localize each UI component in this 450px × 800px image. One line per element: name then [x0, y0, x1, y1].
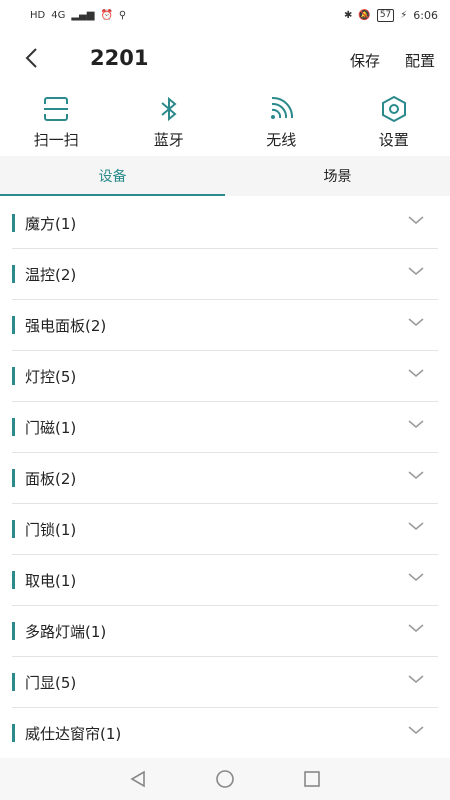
accent-bar	[12, 673, 15, 691]
accent-bar	[12, 316, 15, 334]
network-type: 4G	[51, 9, 66, 21]
device-group-name: 强电面板(2)	[25, 316, 107, 335]
tab-scenes[interactable]: 场景	[225, 156, 450, 196]
bluetooth-status-icon: ✱	[343, 9, 353, 21]
bluetooth-button[interactable]: 蓝牙	[113, 88, 226, 156]
accent-bar	[12, 214, 15, 232]
device-group-row[interactable]: 强电面板(2)	[12, 300, 438, 351]
device-group-row[interactable]: 门显(5)	[12, 657, 438, 708]
device-group-name: 门磁(1)	[25, 418, 77, 437]
nav-home-icon[interactable]	[214, 768, 236, 790]
chevron-down-icon[interactable]	[408, 470, 424, 480]
chevron-down-icon[interactable]	[408, 317, 424, 327]
accent-bar	[12, 265, 15, 283]
bluetooth-icon	[161, 96, 177, 122]
device-group-name: 灯控(5)	[25, 367, 77, 386]
status-bar: HD 4G ▂▄▆ ⏰ ⚲ ✱ 🔕 57 ⚡ 6:06	[0, 0, 450, 30]
accent-bar	[12, 367, 15, 385]
chevron-down-icon[interactable]	[408, 674, 424, 684]
charging-icon: ⚡	[400, 9, 408, 21]
wireless-icon	[271, 96, 294, 119]
scan-icon	[44, 97, 69, 121]
settings-icon	[381, 95, 406, 123]
chevron-down-icon[interactable]	[408, 419, 424, 429]
device-group-row[interactable]: 门磁(1)	[12, 402, 438, 453]
nav-recents-icon[interactable]	[302, 769, 322, 789]
page-title: 2201	[90, 46, 149, 70]
status-right: ✱ 🔕 57 ⚡ 6:06	[343, 8, 438, 22]
device-list: 魔方(1) 温控(2) 强电面板(2) 灯控(5) 门磁(1) 面板(2) 门锁(1) 取电(…	[0, 198, 450, 758]
chevron-down-icon[interactable]	[408, 725, 424, 735]
mute-icon: 🔕	[358, 9, 371, 21]
chevron-down-icon[interactable]	[408, 521, 424, 531]
battery-indicator: 57	[376, 8, 395, 22]
device-group-row[interactable]: 取电(1)	[12, 555, 438, 606]
scan-label: 扫一扫	[33, 131, 79, 149]
device-group-row[interactable]: 温控(2)	[12, 249, 438, 300]
hd-icon: HD	[30, 9, 46, 21]
device-group-row[interactable]: 灯控(5)	[12, 351, 438, 402]
clock: 6:06	[413, 8, 438, 22]
device-group-name: 温控(2)	[25, 265, 77, 284]
chevron-down-icon[interactable]	[408, 572, 424, 582]
alarm-icon: ⏰	[100, 9, 113, 21]
device-group-row[interactable]: 多路灯端(1)	[12, 606, 438, 657]
settings-label: 设置	[378, 131, 409, 149]
back-arrow-icon	[25, 48, 37, 68]
chevron-down-icon[interactable]	[408, 623, 424, 633]
device-group-name: 取电(1)	[25, 571, 77, 590]
toolbar: 扫一扫 蓝牙 无线 设置	[0, 88, 450, 156]
back-button[interactable]	[18, 44, 46, 72]
wireless-label: 无线	[266, 131, 297, 149]
header: 2201 保存 配置	[0, 30, 450, 88]
nav-back-icon[interactable]	[128, 769, 148, 789]
chevron-down-icon[interactable]	[408, 215, 424, 225]
device-group-name: 魔方(1)	[25, 214, 77, 233]
device-group-row[interactable]: 威仕达窗帘(1)	[12, 708, 438, 758]
accent-bar	[12, 622, 15, 640]
accent-bar	[12, 724, 15, 742]
accent-bar	[12, 418, 15, 436]
system-nav-bar	[0, 758, 450, 800]
device-group-row[interactable]: 魔方(1)	[12, 198, 438, 249]
tab-bar: 设备 场景	[0, 156, 450, 196]
config-button[interactable]: 配置	[405, 50, 435, 71]
device-group-row[interactable]: 面板(2)	[12, 453, 438, 504]
accent-bar	[12, 571, 15, 589]
save-button[interactable]: 保存	[350, 50, 380, 71]
chevron-down-icon[interactable]	[408, 266, 424, 276]
tab-devices[interactable]: 设备	[0, 156, 225, 196]
bluetooth-label: 蓝牙	[153, 131, 184, 149]
device-group-name: 门锁(1)	[25, 520, 77, 539]
device-group-name: 威仕达窗帘(1)	[25, 724, 122, 743]
settings-button[interactable]: 设置	[338, 88, 450, 156]
wireless-button[interactable]: 无线	[225, 88, 338, 156]
chevron-down-icon[interactable]	[408, 368, 424, 378]
device-group-name: 门显(5)	[25, 673, 77, 692]
device-group-name: 多路灯端(1)	[25, 622, 107, 641]
device-group-row[interactable]: 门锁(1)	[12, 504, 438, 555]
accent-bar	[12, 469, 15, 487]
accent-bar	[12, 520, 15, 538]
signal-icon: ▂▄▆	[71, 9, 95, 21]
status-left: HD 4G ▂▄▆ ⏰ ⚲	[30, 10, 126, 21]
device-group-name: 面板(2)	[25, 469, 77, 488]
usb-icon: ⚲	[118, 9, 127, 21]
scan-button[interactable]: 扫一扫	[0, 88, 113, 156]
